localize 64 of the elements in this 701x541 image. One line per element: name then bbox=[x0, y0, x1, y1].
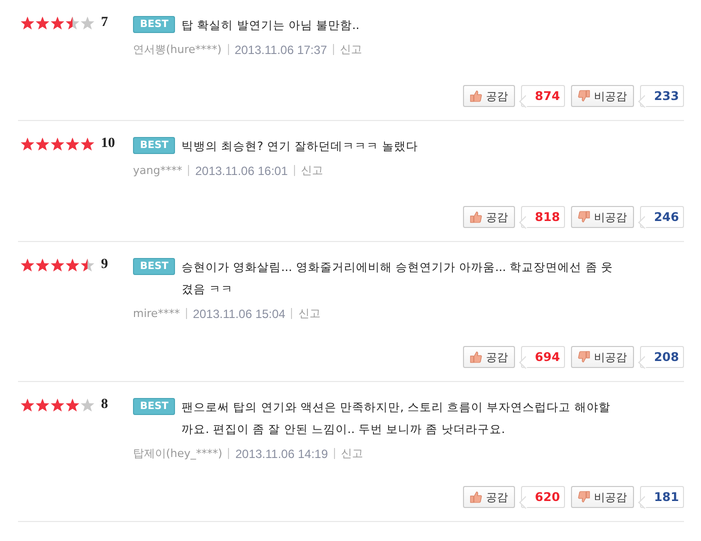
comment-text: 빅뱅의 최승현? 연기 잘하던데ㅋㅋㅋ 놀랬다 bbox=[181, 138, 418, 155]
rating-score: 10 bbox=[101, 136, 115, 152]
comment-text: 탑 확실히 발연기는 아님 불만함.. bbox=[181, 17, 360, 34]
star-icon bbox=[50, 16, 65, 30]
thumbs-up-icon bbox=[470, 90, 482, 102]
star-icon bbox=[20, 398, 35, 412]
star-icon bbox=[80, 137, 95, 151]
comment-text: 승현이가 영화살림... 영화줄거리에비해 승현연기가 아까움... 학교장면에선 좀 웃겼음 ㅋㅋ bbox=[181, 259, 614, 298]
author-name: yang**** bbox=[133, 164, 182, 177]
comment-date: 2013.11.06 16:01 bbox=[195, 164, 288, 178]
like-button[interactable]: 공감 bbox=[462, 486, 515, 508]
star-icon bbox=[80, 258, 95, 272]
like-count: 874 bbox=[534, 89, 560, 103]
thumbs-up-icon bbox=[470, 491, 482, 503]
dislike-count: 208 bbox=[654, 350, 679, 364]
star-icon bbox=[20, 258, 35, 272]
rating-score: 8 bbox=[101, 397, 108, 413]
best-badge: BEST bbox=[133, 398, 176, 415]
dislike-button[interactable]: 비공감 bbox=[570, 85, 634, 107]
dislike-button[interactable]: 비공감 bbox=[570, 206, 634, 228]
best-badge: BEST bbox=[133, 137, 176, 154]
star-icon bbox=[20, 137, 35, 151]
star-icon bbox=[80, 16, 95, 30]
star-icon bbox=[65, 16, 80, 30]
thumbs-down-icon bbox=[578, 211, 590, 223]
thumbs-down-icon bbox=[578, 491, 590, 503]
dislike-count: 246 bbox=[654, 210, 679, 224]
author-name: 연서뽕(hure****) bbox=[133, 42, 222, 57]
author-name: 탑제이(hey_****) bbox=[133, 446, 222, 461]
dislike-button[interactable]: 비공감 bbox=[570, 486, 634, 508]
rating-score: 7 bbox=[101, 15, 108, 31]
like-button[interactable]: 공감 bbox=[462, 206, 515, 228]
comment-date: 2013.11.06 15:04 bbox=[192, 306, 286, 320]
star-icon bbox=[35, 137, 50, 151]
star-icon bbox=[50, 398, 65, 412]
rating-score: 9 bbox=[101, 257, 108, 273]
best-badge: BEST bbox=[133, 16, 176, 33]
star-icon bbox=[35, 398, 50, 412]
like-count: 694 bbox=[534, 350, 560, 364]
star-icon bbox=[80, 398, 95, 412]
author-name: mire**** bbox=[133, 307, 180, 320]
star-icon bbox=[35, 258, 50, 272]
dislike-count: 233 bbox=[654, 89, 679, 103]
dislike-button[interactable]: 비공감 bbox=[570, 346, 634, 368]
star-icon bbox=[65, 398, 80, 412]
star-icon bbox=[65, 137, 80, 151]
star-icon bbox=[20, 16, 35, 30]
like-count: 818 bbox=[534, 210, 560, 224]
star-icon bbox=[65, 258, 80, 272]
like-count: 620 bbox=[534, 490, 560, 504]
thumbs-down-icon bbox=[578, 90, 590, 102]
star-icon bbox=[50, 258, 65, 272]
dislike-count: 181 bbox=[654, 490, 679, 504]
comment-text: 팬으로써 탑의 연기와 액션은 만족하지만, 스토리 흐름이 부자연스럽다고 해야할까요. 편집이 좀 잘 안된 느낌이.. 두번 보니까 좀 낫더라구요. bbox=[181, 399, 612, 438]
like-button[interactable]: 공감 bbox=[462, 346, 515, 368]
star-icon bbox=[50, 137, 65, 151]
thumbs-down-icon bbox=[578, 351, 590, 363]
comment-date: 2013.11.06 14:19 bbox=[235, 446, 328, 460]
star-icon bbox=[35, 16, 50, 30]
thumbs-up-icon bbox=[470, 211, 482, 223]
like-button[interactable]: 공감 bbox=[462, 85, 515, 107]
best-badge: BEST bbox=[133, 258, 176, 275]
thumbs-up-icon bbox=[470, 351, 482, 363]
comment-date: 2013.11.06 17:37 bbox=[234, 42, 328, 56]
